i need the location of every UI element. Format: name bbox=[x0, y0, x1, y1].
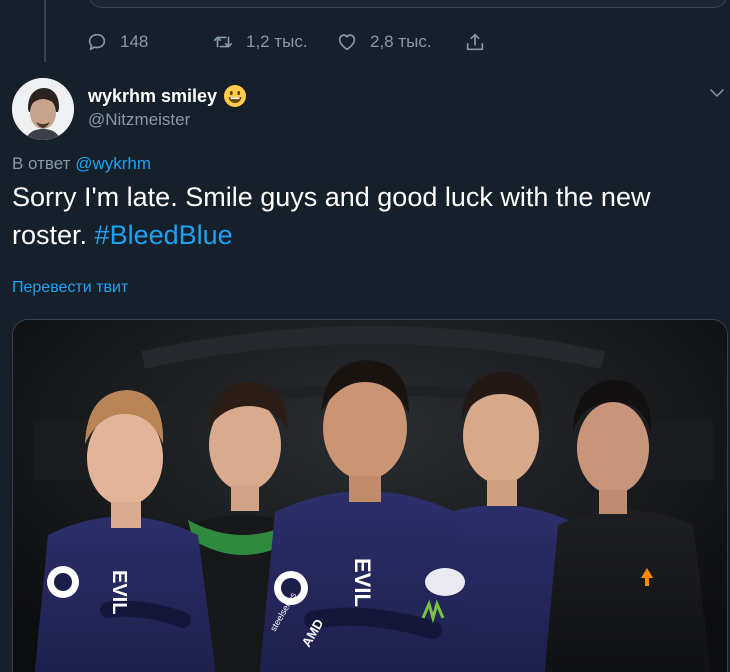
thread-connector-line bbox=[44, 0, 46, 62]
display-name[interactable]: wykrhm smiley bbox=[88, 86, 217, 107]
jersey-text: EVIL bbox=[108, 570, 130, 614]
retweet-button[interactable]: 1,2 тыс. bbox=[212, 31, 336, 53]
smiley-emoji-icon bbox=[224, 85, 247, 107]
hashtag-link[interactable]: #BleedBlue bbox=[95, 220, 233, 250]
previous-tweet-actions: 148 1,2 тыс. 2,8 тыс. bbox=[86, 28, 486, 56]
jersey-text: EVIL bbox=[350, 558, 375, 607]
avatar-image bbox=[12, 78, 74, 140]
tweet-thread: 148 1,2 тыс. 2,8 тыс. wykrhm smiley @Nit… bbox=[0, 0, 730, 672]
translate-tweet-link[interactable]: Перевести твит bbox=[12, 279, 128, 297]
reply-count: 148 bbox=[120, 32, 149, 51]
reply-to-link[interactable]: @wykrhm bbox=[75, 154, 151, 173]
like-button[interactable]: 2,8 тыс. bbox=[336, 31, 464, 53]
author-block[interactable]: wykrhm smiley @Nitzmeister bbox=[88, 84, 247, 130]
user-handle[interactable]: @Nitzmeister bbox=[88, 110, 247, 130]
share-button[interactable] bbox=[464, 31, 486, 53]
avatar[interactable] bbox=[12, 78, 74, 140]
tweet-text: Sorry I'm late. Smile guys and good luck… bbox=[12, 178, 712, 254]
tweet-media-image[interactable]: EVIL EVIL steelseries AMD bbox=[12, 319, 728, 672]
team-photo: EVIL EVIL steelseries AMD bbox=[13, 320, 727, 672]
reply-button[interactable]: 148 bbox=[86, 31, 212, 53]
retweet-count: 1,2 тыс. bbox=[246, 32, 308, 51]
share-icon bbox=[466, 33, 484, 51]
like-count: 2,8 тыс. bbox=[370, 32, 432, 51]
heart-icon bbox=[338, 34, 356, 51]
name-row: wykrhm smiley bbox=[88, 84, 247, 108]
reply-context: В ответ @wykrhm bbox=[12, 154, 151, 174]
reply-icon bbox=[88, 33, 106, 51]
retweet-icon bbox=[213, 36, 233, 48]
reply-prefix: В ответ bbox=[12, 154, 71, 173]
previous-tweet-media[interactable] bbox=[88, 0, 728, 8]
chevron-down-icon[interactable] bbox=[708, 84, 726, 102]
